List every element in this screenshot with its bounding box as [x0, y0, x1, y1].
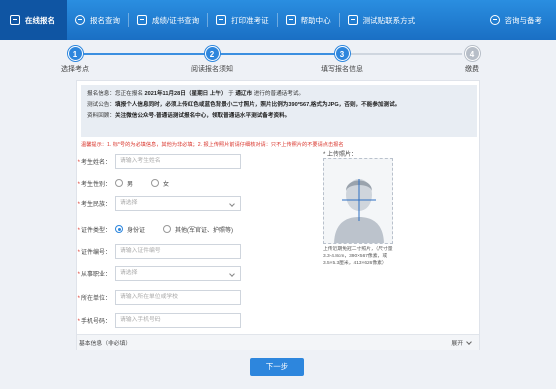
step-read-notice: 2 阅读报名须知	[177, 46, 247, 74]
form-row-phone: *手机号码： 请输入手机号码	[77, 312, 241, 328]
step-number: 4	[464, 46, 480, 61]
step-number: 2	[204, 46, 220, 61]
registration-form-panel: 报名信息：您正在报名 2021年11月28日（星期日 上午） 于 通辽市 进行的…	[76, 80, 480, 350]
radio-icon	[115, 225, 123, 233]
radio-icon	[163, 225, 172, 233]
field-label: *证件类型：	[77, 227, 111, 234]
progress-steps: 1 选择考点 2 阅读报名须知 3 填写报名信息 4 缴费	[50, 46, 500, 76]
step-label: 选择考点	[61, 66, 89, 73]
info-line-notice: 测试公告：填报个人信息同时，必须上传红色或蓝色背景小二寸照片，照片比例为390*…	[87, 102, 401, 108]
section-label: 基本信息（非必填）	[79, 341, 132, 347]
field-label: *所在单位：	[77, 295, 111, 302]
step-select-venue: 1 选择考点	[40, 46, 110, 74]
chevron-down-icon	[466, 338, 472, 345]
next-step-button[interactable]: 下一步	[250, 358, 304, 376]
field-label: *从事职业：	[77, 271, 111, 278]
field-label: *考生姓名：	[77, 159, 111, 166]
nav-item-print-ticket[interactable]: 打印准考证	[208, 0, 277, 40]
field-label: *证件编号：	[77, 249, 111, 256]
field-label: *手机号码：	[77, 318, 111, 325]
gender-male-radio[interactable]: 男	[115, 179, 133, 188]
step-number: 1	[67, 46, 83, 61]
form-row-unit: *所在单位： 请输入所在单位或学校	[77, 289, 241, 305]
name-input[interactable]: 请输入考生姓名	[115, 153, 241, 169]
step-label: 填写报名信息	[321, 66, 363, 73]
field-label: *考生民族：	[77, 201, 111, 208]
id-number-input[interactable]: 请输入证件编号	[115, 243, 241, 259]
info-line-resources: 资料回顾：关注微信公众号-普通话测试报名中心，领取普通话水平测试备考资料。	[87, 113, 291, 119]
step-number: 3	[334, 46, 350, 61]
radio-icon	[151, 179, 160, 187]
nav-label: 报名查询	[90, 15, 120, 25]
form-row-idnum: *证件编号： 请输入证件编号	[77, 243, 241, 259]
nav-label: 帮助中心	[300, 15, 331, 25]
nav-label: 在线报名	[25, 15, 55, 25]
info-line-registration: 报名信息：您正在报名 2021年11月28日（星期日 上午） 于 通辽市 进行的…	[87, 91, 305, 97]
idtype-idcard-radio[interactable]: 身份证	[115, 225, 145, 234]
radio-icon	[115, 179, 123, 187]
consult-link[interactable]: 咨询与备考	[489, 0, 543, 40]
nav-item-contact[interactable]: 测试贴联系方式	[340, 0, 424, 40]
exam-info-box: 报名信息：您正在报名 2021年11月28日（星期日 上午） 于 通辽市 进行的…	[81, 85, 477, 137]
nav-item-registration-query[interactable]: 报名查询	[67, 0, 128, 40]
unit-input[interactable]: 请输入所在单位或学校	[115, 289, 241, 305]
nav-label: 打印准考证	[231, 15, 269, 25]
chat-icon	[489, 15, 500, 25]
form-row-idtype: *证件类型： 身份证 其他(军官证、护照等)	[77, 221, 251, 237]
nav-item-help-center[interactable]: 帮助中心	[278, 0, 339, 40]
form-row-gender: *考生性别： 男 女	[77, 175, 187, 191]
contact-icon	[347, 15, 358, 25]
nav-label: 测试贴联系方式	[362, 15, 416, 25]
consult-label: 咨询与备考	[504, 15, 543, 25]
photo-requirements: 上传近期免冠二寸照片，（尺寸量3.3-4.8cm，390×567像素，或3.5×…	[323, 247, 393, 266]
photo-label: * 上传照片：	[323, 152, 358, 158]
avatar-placeholder-icon	[334, 179, 384, 243]
top-navigation: 在线报名 报名查询 成绩/证书查询 打印准考证 帮助中心 测试贴联系方式 咨询与…	[0, 0, 556, 40]
step-label: 缴费	[465, 66, 479, 73]
nav-label: 成绩/证书查询	[152, 15, 200, 25]
expand-toggle[interactable]: 展开	[451, 338, 472, 347]
optional-info-section[interactable]: 基本信息（非必填） 展开	[77, 334, 479, 350]
search-icon	[75, 15, 85, 25]
form-row-job: *从事职业： 请选择	[77, 265, 241, 281]
certificate-icon	[137, 15, 147, 25]
nav-item-online-registration[interactable]: 在线报名	[0, 0, 67, 40]
idtype-other-radio[interactable]: 其他(军官证、护照等)	[163, 225, 233, 234]
phone-input[interactable]: 请输入手机号码	[115, 312, 241, 328]
form-row-name: *考生姓名： 请输入考生姓名	[77, 153, 241, 169]
step-payment: 4 缴费	[437, 46, 507, 74]
form-row-ethnic: *考生民族： 请选择	[77, 195, 241, 211]
ethnic-select[interactable]: 请选择	[115, 195, 241, 211]
field-label: *考生性别：	[77, 181, 111, 188]
help-icon	[285, 15, 296, 25]
step-label: 阅读报名须知	[191, 66, 233, 73]
step-fill-info: 3 填写报名信息	[307, 46, 377, 74]
occupation-select[interactable]: 请选择	[115, 265, 241, 281]
photo-upload-area[interactable]	[323, 158, 393, 244]
edit-icon	[10, 15, 20, 25]
printer-icon	[216, 15, 227, 25]
nav-item-score-query[interactable]: 成绩/证书查询	[129, 0, 207, 40]
gender-female-radio[interactable]: 女	[151, 179, 169, 188]
warm-tip: 温馨提示：1. 标*号的为必填信息，其他为非必填；2. 报上传照片前请仔细核对请…	[81, 142, 344, 148]
